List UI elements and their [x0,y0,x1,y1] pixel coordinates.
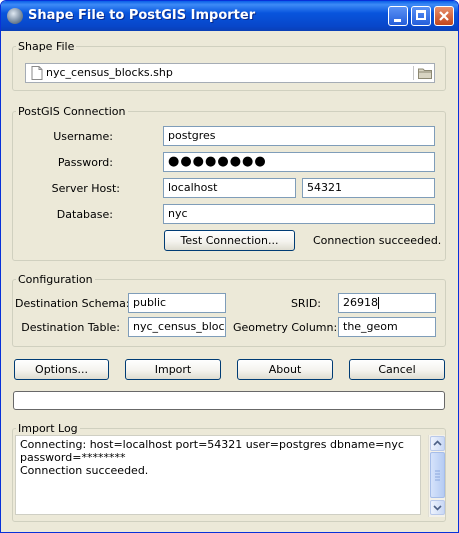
import-log-text[interactable]: Connecting: host=localhost port=54321 us… [15,435,421,515]
document-icon [31,66,43,80]
postgis-connection-legend: PostGIS Connection [18,105,126,118]
window-title: Shape File to PostGIS Importer [28,8,256,23]
destination-schema-label: Destination Schema: [15,297,130,310]
log-line: password=******** [20,451,126,464]
database-field[interactable]: nyc [163,204,435,224]
folder-icon[interactable] [418,67,432,79]
shape-file-legend: Shape File [18,40,75,53]
srid-field[interactable]: 26918 [338,293,436,313]
log-scrollbar[interactable] [428,435,445,517]
progress-bar [13,391,445,410]
port-field[interactable]: 54321 [302,178,435,198]
connection-status: Connection succeeded. [313,234,442,247]
scroll-up-button[interactable] [430,436,445,451]
title-bar[interactable]: Shape File to PostGIS Importer [1,1,458,31]
chevron-down-icon [433,505,442,511]
destination-schema-field[interactable]: public [128,293,226,313]
server-host-label: Server Host: [51,182,120,195]
test-connection-button[interactable]: Test Connection... [164,230,295,251]
destination-table-field[interactable]: nyc_census_blocks [128,317,226,337]
srid-value: 26918 [343,296,378,309]
about-button[interactable]: About [237,359,333,380]
minimize-button[interactable] [388,6,408,26]
configuration-legend: Configuration [18,273,93,286]
username-field[interactable]: postgres [163,126,435,146]
geometry-column-label: Geometry Column: [233,321,338,334]
log-line: Connecting: host=localhost port=54321 us… [20,438,404,451]
shape-file-name: nyc_census_blocks.shp [46,66,173,79]
scroll-thumb[interactable] [430,452,445,498]
postgis-elephant-icon [7,8,23,24]
shape-file-chooser[interactable]: nyc_census_blocks.shp [25,63,435,83]
database-label: Database: [56,208,113,221]
scroll-down-button[interactable] [430,500,445,515]
browse-divider [413,66,414,80]
username-label: Username: [53,130,113,143]
geometry-column-field[interactable]: the_geom [338,317,436,337]
import-log-legend: Import Log [18,422,78,435]
password-label: Password: [57,156,113,169]
password-field[interactable]: ●●●●●●●● [163,152,435,172]
maximize-icon [416,10,426,20]
chevron-up-icon [433,440,442,446]
maximize-button[interactable] [411,6,431,26]
server-host-field[interactable]: localhost [163,178,296,198]
grip-icon [435,470,440,481]
text-cursor [378,297,379,309]
close-icon [439,11,449,21]
destination-table-label: Destination Table: [21,321,120,334]
options-button[interactable]: Options... [14,359,109,380]
minimize-icon [394,19,401,22]
cancel-button[interactable]: Cancel [349,359,445,380]
log-line: Connection succeeded. [20,464,149,477]
srid-label: SRID: [290,297,321,310]
importer-window: Shape File to PostGIS Importer Shape Fil… [0,0,459,533]
close-button[interactable] [434,6,454,26]
import-button[interactable]: Import [125,359,221,380]
